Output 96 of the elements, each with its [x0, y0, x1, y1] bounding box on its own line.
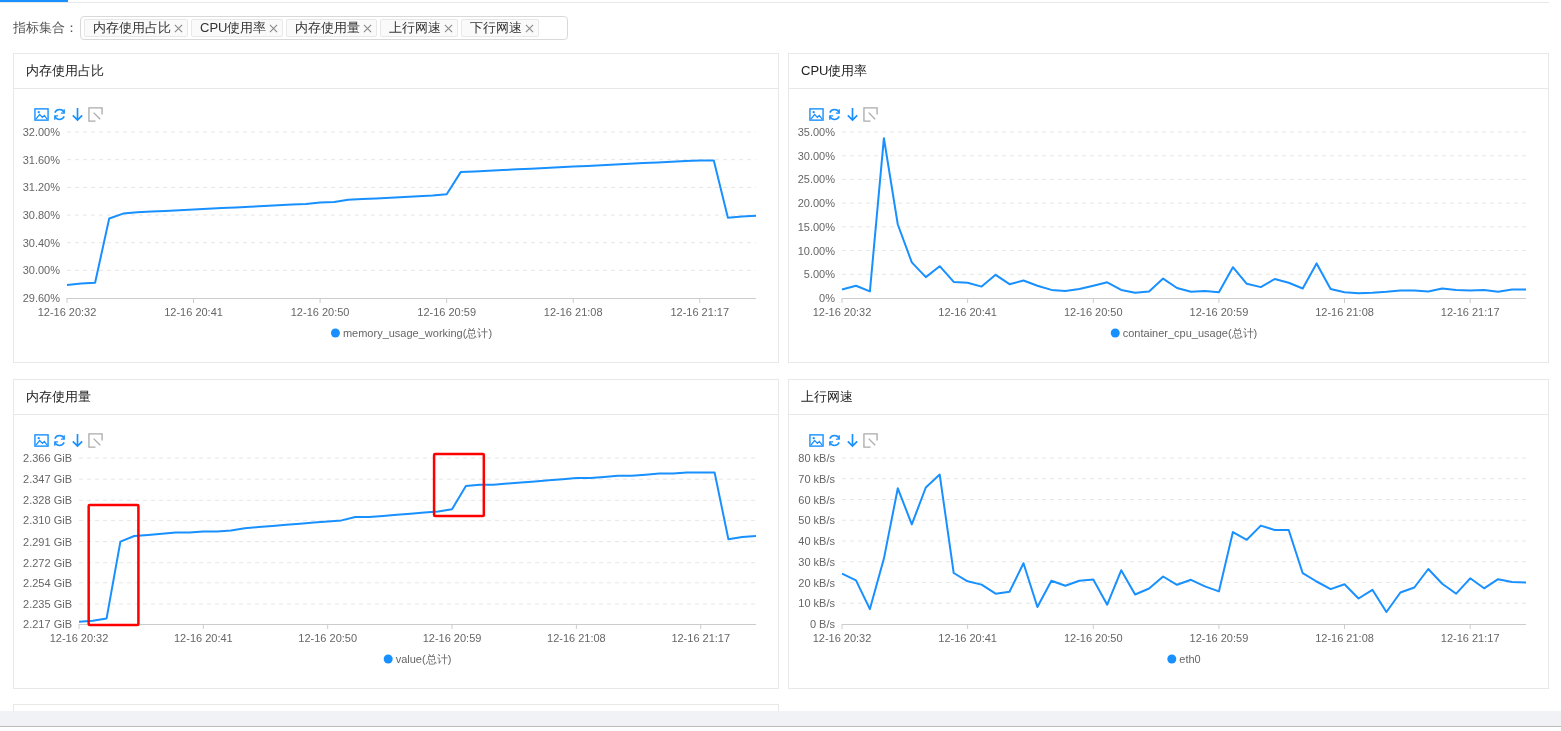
axis-label: 31.20% [22, 181, 60, 194]
axis-label: 12-16 21:17 [1440, 306, 1500, 318]
axis-label: 12-16 20:32 [49, 632, 109, 644]
axis-label: 12-16 21:08 [547, 632, 606, 644]
axis-label: 15.00% [797, 220, 835, 233]
refresh-icon[interactable] [827, 432, 842, 448]
close-icon[interactable] [444, 23, 454, 33]
tag-select[interactable]: 内存使用占比 CPU使用率 内存使用量 上行网速 下行网速 [80, 16, 569, 40]
axis-label: 80 kB/s [798, 452, 835, 464]
card-title: 内存使用量 [26, 388, 91, 406]
legend-label: value(总计) [395, 653, 452, 665]
axis-label: 12-16 21:08 [1315, 306, 1374, 318]
card-title: CPU使用率 [801, 62, 868, 80]
axis-label: 30.00% [797, 149, 835, 162]
download-icon[interactable] [845, 106, 860, 122]
axis-label: 12-16 20:32 [37, 306, 97, 318]
axis-label: 2.366 GiB [23, 452, 72, 464]
axis-label: 12-16 20:50 [1063, 632, 1123, 644]
axis-label: 35.00% [797, 126, 835, 138]
axis-label: 70 kB/s [798, 472, 835, 485]
zoom-select-icon[interactable] [88, 432, 103, 448]
axis-label: 30.80% [22, 209, 60, 221]
metric-tag: 上行网速 [380, 19, 459, 37]
zoom-select-icon[interactable] [863, 106, 878, 122]
axis-label: 10 kB/s [798, 597, 835, 610]
image-icon[interactable] [809, 106, 824, 122]
axis-label: 2.254 GiB [23, 576, 72, 589]
axis-label: 0 B/s [809, 618, 835, 630]
close-icon[interactable] [363, 23, 373, 33]
axis-label: 12-16 21:17 [671, 632, 731, 644]
axis-label: 40 kB/s [798, 535, 835, 547]
axis-label: 2.347 GiB [23, 473, 72, 486]
axis-label: 12-16 20:59 [1189, 632, 1249, 644]
axis-label: 12-16 20:50 [298, 632, 358, 644]
axis-label: 12-16 21:17 [670, 306, 730, 318]
metric-tag: 内存使用占比 [84, 19, 188, 37]
card-title: 内存使用占比 [26, 62, 104, 80]
axis-label: 2.291 GiB [23, 535, 72, 548]
axis-label: 30 kB/s [798, 555, 835, 568]
tab-indicator [0, 0, 68, 2]
axis-label: 12-16 21:08 [1315, 632, 1374, 644]
axis-label: 32.00% [22, 126, 60, 138]
axis-label: 2.235 GiB [23, 597, 72, 610]
axis-label: 2.328 GiB [23, 494, 72, 507]
axis-label: 20.00% [797, 197, 835, 210]
close-icon[interactable] [525, 23, 535, 33]
axis-label: 25.00% [797, 173, 835, 186]
axis-label: 5.00% [803, 268, 835, 281]
refresh-icon[interactable] [827, 106, 842, 122]
axis-label: 12-16 20:59 [417, 306, 476, 318]
axis-label: 60 kB/s [798, 493, 835, 506]
axis-label: 29.60% [22, 292, 60, 304]
axis-label: 12-16 20:41 [174, 632, 233, 644]
legend-item[interactable]: memory_usage_working(总计) [330, 327, 493, 339]
legend-item[interactable]: container_cpu_usage(总计) [1110, 327, 1258, 339]
axis-label: 12-16 20:41 [938, 306, 997, 318]
axis-label: 12-16 20:59 [1189, 306, 1249, 318]
image-icon[interactable] [34, 432, 49, 448]
axis-label: 50 kB/s [798, 514, 835, 527]
axis-label: 30.40% [22, 236, 60, 249]
axis-label: 12-16 20:41 [938, 632, 997, 644]
axis-label: 12-16 20:59 [422, 632, 482, 644]
axis-label: 12-16 20:32 [812, 632, 872, 644]
card-title: 上行网速 [801, 388, 853, 406]
axis-label: 2.217 GiB [23, 618, 72, 630]
axis-label: 12-16 21:17 [1440, 632, 1500, 644]
close-icon[interactable] [269, 23, 279, 33]
metric-tag: 内存使用量 [286, 19, 378, 37]
axis-label: 2.272 GiB [23, 556, 72, 569]
axis-label: 20 kB/s [798, 576, 835, 589]
axis-label: 12-16 21:08 [543, 306, 603, 318]
zoom-select-icon[interactable] [88, 106, 103, 122]
axis-label: 12-16 20:50 [1063, 306, 1123, 318]
image-icon[interactable] [809, 432, 824, 448]
download-icon[interactable] [845, 432, 860, 448]
axis-label: 31.60% [22, 153, 60, 166]
filter-label: 指标集合： [13, 19, 78, 37]
axis-label: 30.00% [22, 264, 60, 277]
metric-tag: 下行网速 [461, 19, 540, 37]
refresh-icon[interactable] [52, 432, 67, 448]
legend-item[interactable]: eth0 [1167, 653, 1201, 665]
close-icon[interactable] [174, 23, 183, 33]
axis-label: 12-16 20:41 [164, 306, 223, 318]
metric-tag: CPU使用率 [191, 19, 284, 37]
download-icon[interactable] [70, 106, 85, 122]
download-icon[interactable] [70, 432, 85, 448]
legend-item[interactable]: value(总计) [383, 653, 452, 665]
axis-label: 0% [819, 292, 835, 304]
refresh-icon[interactable] [52, 106, 67, 122]
image-icon[interactable] [34, 106, 49, 122]
axis-label: 10.00% [797, 244, 835, 257]
axis-label: 12-16 20:50 [290, 306, 350, 318]
legend-label: eth0 [1179, 653, 1201, 665]
axis-label: 2.310 GiB [23, 514, 72, 527]
axis-label: 12-16 20:32 [812, 306, 872, 318]
zoom-select-icon[interactable] [863, 432, 878, 448]
